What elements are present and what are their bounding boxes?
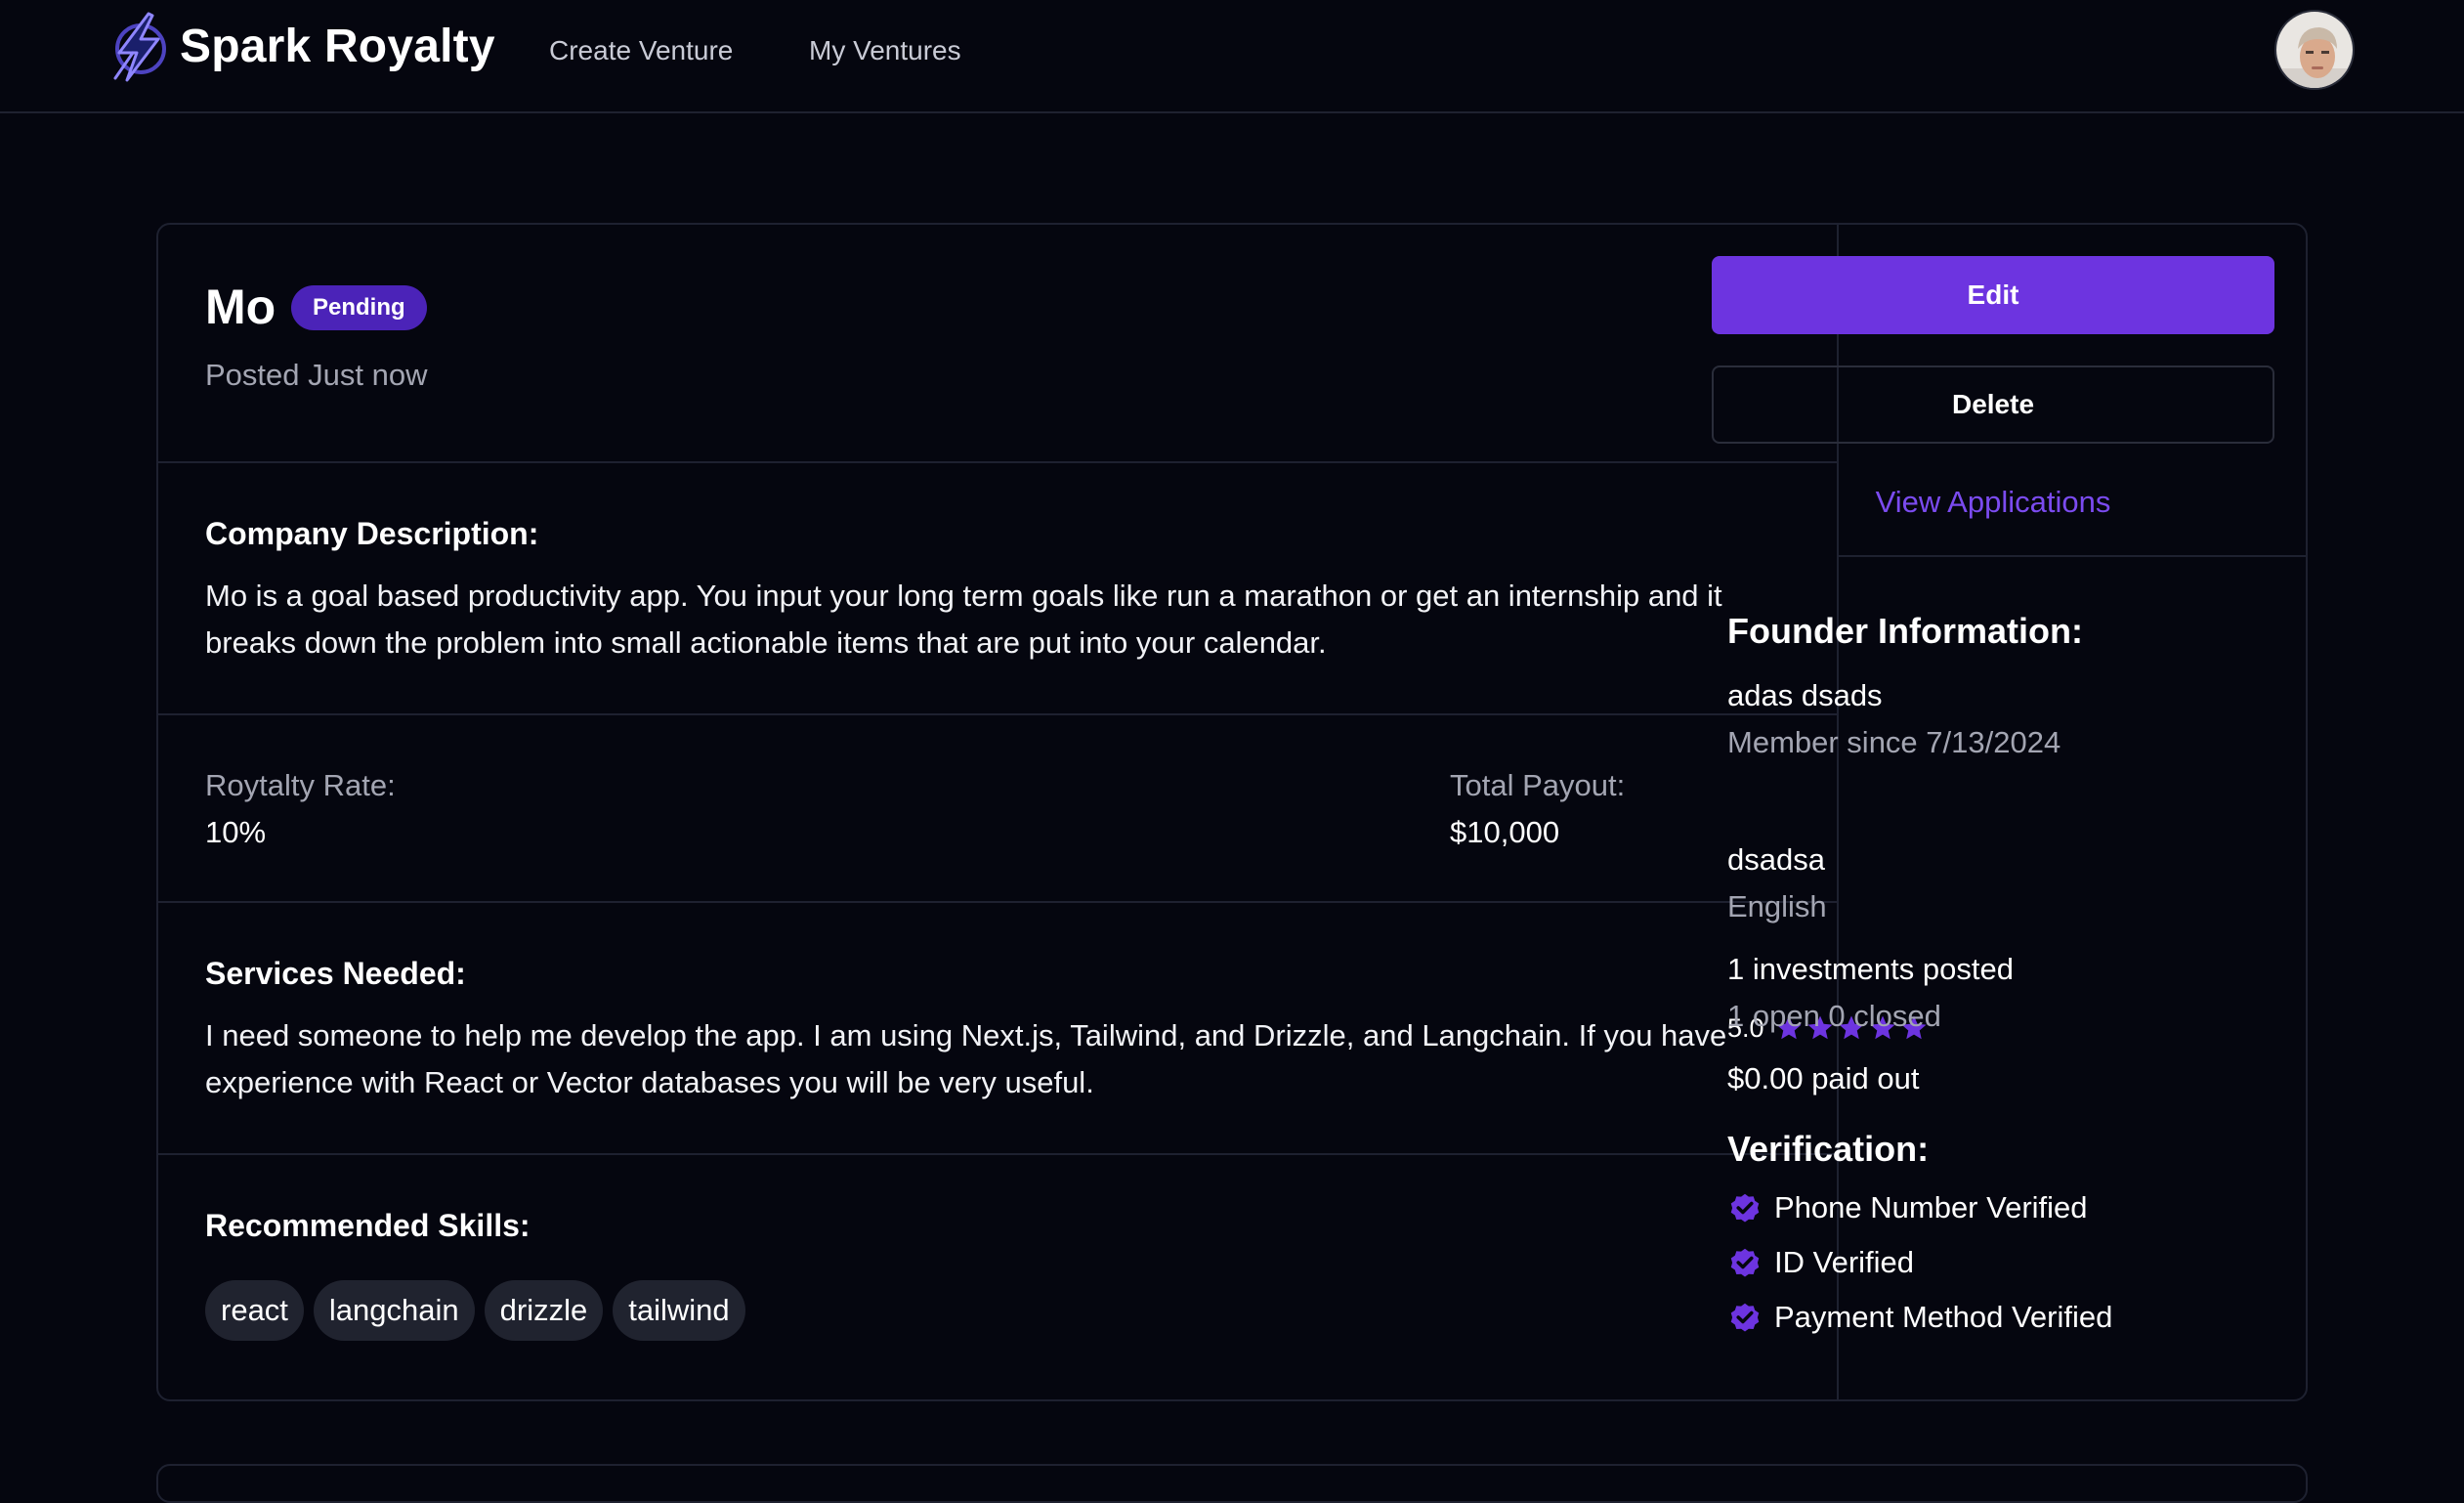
verification-label: Payment Method Verified bbox=[1774, 1300, 2113, 1334]
total-payout-label: Total Payout: bbox=[1450, 768, 1626, 802]
verification-item-payment: Payment Method Verified bbox=[1727, 1296, 2112, 1339]
open-closed-count: 1 open 0 closed bbox=[1727, 999, 1941, 1033]
royalty-rate-label: Roytalty Rate: bbox=[205, 768, 396, 802]
verified-check-icon bbox=[1730, 1248, 1760, 1277]
nav-create-venture[interactable]: Create Venture bbox=[549, 31, 733, 70]
founder-name: adas dsads bbox=[1727, 678, 1883, 712]
edit-button[interactable]: Edit bbox=[1712, 256, 2274, 334]
divider bbox=[158, 1153, 1837, 1155]
founder-information-heading: Founder Information: bbox=[1727, 611, 2083, 651]
skill-chip-drizzle[interactable]: drizzle bbox=[484, 1280, 604, 1341]
venture-card: Mo Pending Posted Just now Company Descr… bbox=[156, 223, 2308, 1401]
view-applications-link[interactable]: View Applications bbox=[1712, 481, 2274, 524]
verification-item-phone: Phone Number Verified bbox=[1727, 1186, 2088, 1229]
total-payout-value: $10,000 bbox=[1450, 815, 1560, 849]
skills-list: react langchain drizzle tailwind bbox=[205, 1280, 745, 1341]
skill-chip-langchain[interactable]: langchain bbox=[313, 1280, 475, 1341]
delete-button[interactable]: Delete bbox=[1712, 365, 2274, 444]
investments-posted: 1 investments posted bbox=[1727, 952, 2014, 986]
venture-title: Mo bbox=[205, 279, 276, 334]
verification-item-id: ID Verified bbox=[1727, 1241, 1914, 1284]
company-description-heading: Company Description: bbox=[205, 516, 539, 551]
verified-check-icon bbox=[1730, 1193, 1760, 1223]
verified-check-icon bbox=[1730, 1303, 1760, 1332]
skill-chip-react[interactable]: react bbox=[205, 1280, 304, 1341]
paid-out-amount: $0.00 paid out bbox=[1727, 1061, 1920, 1095]
divider bbox=[158, 713, 1837, 715]
founder-language: English bbox=[1727, 889, 1827, 923]
verification-label: Phone Number Verified bbox=[1774, 1190, 2088, 1224]
top-navigation: Spark Royalty Create Venture My Ventures bbox=[0, 0, 2464, 113]
divider bbox=[158, 901, 1837, 903]
verification-label: ID Verified bbox=[1774, 1245, 1915, 1279]
services-needed-text: I need someone to help me develop the ap… bbox=[205, 1018, 1727, 1099]
services-needed-heading: Services Needed: bbox=[205, 956, 466, 991]
company-description-text: Mo is a goal based productivity app. You… bbox=[205, 579, 1722, 660]
posted-time: Posted Just now bbox=[205, 358, 428, 392]
nav-my-ventures[interactable]: My Ventures bbox=[809, 31, 961, 70]
brand-name[interactable]: Spark Royalty bbox=[180, 18, 495, 76]
lightning-bolt-icon[interactable] bbox=[104, 10, 172, 84]
avatar[interactable] bbox=[2274, 10, 2355, 90]
recommended-skills-heading: Recommended Skills: bbox=[205, 1208, 531, 1243]
next-venture-card bbox=[156, 1464, 2308, 1503]
royalty-rate-value: 10% bbox=[205, 815, 267, 849]
user-avatar-image bbox=[2276, 12, 2353, 88]
divider bbox=[158, 461, 1837, 463]
member-since: Member since 7/13/2024 bbox=[1727, 725, 2061, 759]
verification-heading: Verification: bbox=[1727, 1129, 1930, 1169]
status-badge: Pending bbox=[291, 285, 427, 330]
divider bbox=[1839, 555, 2308, 557]
skill-chip-tailwind[interactable]: tailwind bbox=[613, 1280, 745, 1341]
founder-location: dsadsa bbox=[1727, 842, 1825, 877]
